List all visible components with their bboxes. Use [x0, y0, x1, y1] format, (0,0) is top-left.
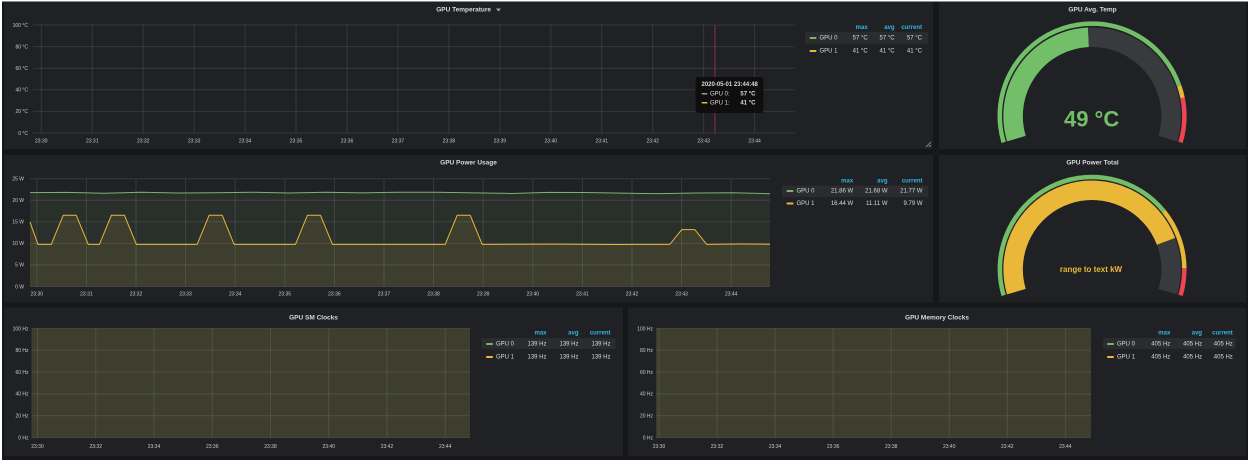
svg-text:23:35: 23:35	[279, 291, 292, 297]
svg-text:0 Hz: 0 Hz	[18, 435, 29, 441]
svg-text:23:36: 23:36	[827, 444, 840, 450]
svg-text:23:30: 23:30	[31, 291, 44, 297]
svg-text:23:37: 23:37	[392, 138, 405, 144]
svg-text:80 Hz: 80 Hz	[15, 348, 29, 354]
svg-text:23:40: 23:40	[545, 138, 558, 144]
svg-text:23:37: 23:37	[378, 291, 391, 297]
svg-text:23:42: 23:42	[1001, 444, 1014, 450]
svg-text:23:34: 23:34	[769, 444, 782, 450]
svg-text:23:40: 23:40	[322, 444, 335, 450]
svg-text:60 Hz: 60 Hz	[640, 370, 654, 376]
svg-text:20 W: 20 W	[12, 198, 24, 204]
svg-text:23:40: 23:40	[527, 291, 540, 297]
svg-text:40 Hz: 40 Hz	[15, 392, 29, 398]
svg-text:23:32: 23:32	[137, 138, 150, 144]
svg-text:23:40: 23:40	[943, 444, 956, 450]
svg-text:23:36: 23:36	[341, 138, 354, 144]
svg-text:23:32: 23:32	[89, 444, 102, 450]
svg-text:0 Hz: 0 Hz	[643, 435, 654, 441]
svg-text:23:44: 23:44	[439, 444, 452, 450]
svg-text:23:38: 23:38	[885, 444, 898, 450]
svg-text:60 °C: 60 °C	[15, 66, 28, 72]
svg-text:23:39: 23:39	[477, 291, 490, 297]
svg-text:20 Hz: 20 Hz	[15, 414, 29, 420]
svg-text:20 °C: 20 °C	[15, 109, 28, 115]
svg-text:20 Hz: 20 Hz	[640, 414, 654, 420]
svg-text:range to text kW: range to text kW	[1060, 265, 1123, 274]
svg-text:23:41: 23:41	[595, 138, 608, 144]
svg-text:49 °C: 49 °C	[1064, 107, 1119, 132]
svg-text:40 °C: 40 °C	[15, 88, 28, 94]
svg-text:0 W: 0 W	[15, 284, 24, 290]
svg-text:23:30: 23:30	[653, 444, 666, 450]
svg-text:80 Hz: 80 Hz	[640, 348, 654, 354]
svg-text:23:33: 23:33	[188, 138, 201, 144]
svg-text:23:39: 23:39	[494, 138, 507, 144]
svg-text:23:38: 23:38	[264, 444, 277, 450]
svg-text:23:42: 23:42	[626, 291, 639, 297]
svg-text:23:44: 23:44	[725, 291, 738, 297]
svg-text:80 °C: 80 °C	[15, 44, 28, 50]
svg-text:23:41: 23:41	[576, 291, 589, 297]
svg-text:23:43: 23:43	[697, 138, 710, 144]
svg-text:23:36: 23:36	[206, 444, 219, 450]
svg-text:23:38: 23:38	[427, 291, 440, 297]
svg-text:23:43: 23:43	[675, 291, 688, 297]
svg-text:23:34: 23:34	[239, 138, 252, 144]
svg-text:23:34: 23:34	[148, 444, 161, 450]
svg-text:100 °C: 100 °C	[13, 23, 29, 29]
svg-text:23:36: 23:36	[328, 291, 341, 297]
svg-text:25 W: 25 W	[12, 176, 24, 182]
svg-text:23:34: 23:34	[229, 291, 242, 297]
svg-text:40 Hz: 40 Hz	[640, 392, 654, 398]
svg-text:23:32: 23:32	[130, 291, 143, 297]
svg-text:23:44: 23:44	[748, 138, 761, 144]
svg-text:23:33: 23:33	[179, 291, 192, 297]
svg-text:60 Hz: 60 Hz	[15, 370, 29, 376]
svg-text:0 °C: 0 °C	[18, 131, 28, 137]
svg-text:23:31: 23:31	[80, 291, 93, 297]
svg-text:5 W: 5 W	[15, 263, 24, 269]
svg-text:100 Hz: 100 Hz	[13, 326, 29, 332]
svg-text:23:35: 23:35	[290, 138, 303, 144]
svg-text:23:44: 23:44	[1059, 444, 1072, 450]
svg-text:23:30: 23:30	[31, 444, 44, 450]
svg-text:23:38: 23:38	[443, 138, 456, 144]
svg-text:23:42: 23:42	[646, 138, 659, 144]
svg-text:10 W: 10 W	[12, 241, 24, 247]
svg-text:23:32: 23:32	[711, 444, 724, 450]
svg-text:23:30: 23:30	[35, 138, 48, 144]
svg-text:23:42: 23:42	[381, 444, 394, 450]
svg-text:100 Hz: 100 Hz	[637, 326, 653, 332]
svg-text:23:31: 23:31	[86, 138, 99, 144]
svg-text:15 W: 15 W	[12, 220, 24, 226]
